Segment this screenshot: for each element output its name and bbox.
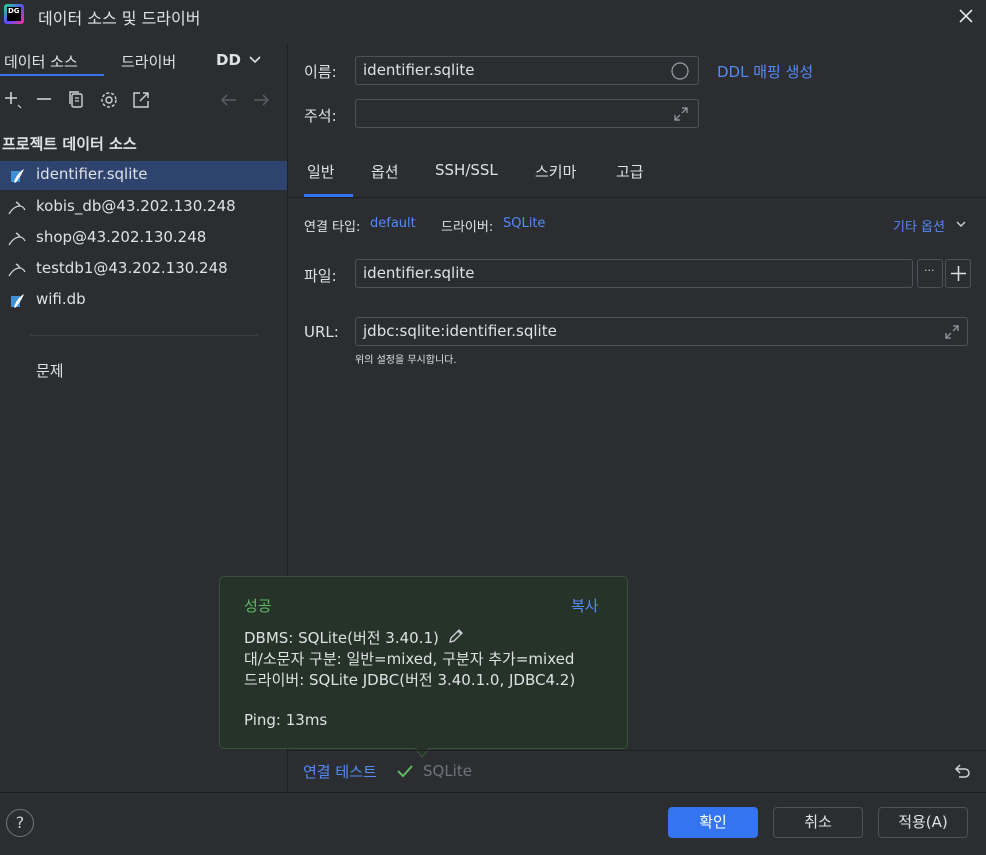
ellipsis-icon: ··· xyxy=(924,264,935,277)
more-options-link[interactable]: 기타 옵션 xyxy=(893,216,945,235)
data-source-label: testdb1@43.202.130.248 xyxy=(36,259,228,277)
close-icon[interactable] xyxy=(956,6,976,26)
tab-options[interactable]: 옵션 xyxy=(371,161,399,182)
comment-label: 주석: xyxy=(304,107,337,125)
chevron-down-icon[interactable] xyxy=(955,220,967,229)
forward-arrow-icon[interactable] xyxy=(250,89,272,111)
success-status: 성공 xyxy=(244,597,272,615)
data-source-item[interactable]: testdb1@43.202.130.248 xyxy=(0,255,287,284)
copy-link[interactable]: 복사 xyxy=(571,595,599,616)
problems-item[interactable]: 문제 xyxy=(36,360,64,381)
expand-icon[interactable] xyxy=(672,105,690,123)
section-title: 프로젝트 데이터 소스 xyxy=(2,135,137,153)
help-button[interactable]: ? xyxy=(6,809,34,837)
ok-button[interactable]: 확인 xyxy=(668,807,758,838)
pencil-icon[interactable] xyxy=(447,627,465,645)
data-source-label: wifi.db xyxy=(36,290,86,308)
test-result-popup: 성공 복사 DBMS: SQLite(버전 3.40.1) 대/소문자 구분: … xyxy=(219,576,628,749)
test-connection-link[interactable]: 연결 테스트 xyxy=(303,761,377,782)
driver-info: 드라이버: SQLite JDBC(버전 3.40.1.0, JDBC4.2) xyxy=(244,671,576,689)
dbms-info: DBMS: SQLite(버전 3.40.1) xyxy=(244,629,439,647)
mysql-icon xyxy=(8,201,26,215)
driver-label: 드라이버: xyxy=(441,220,494,235)
driver-dropdown[interactable]: SQLite xyxy=(503,216,545,231)
data-source-item[interactable]: wifi.db xyxy=(0,286,287,315)
ddl-mapping-link[interactable]: DDL 매핑 생성 xyxy=(717,61,813,82)
ping-info: Ping: 13ms xyxy=(244,711,328,729)
tab-schemas[interactable]: 스키마 xyxy=(535,161,576,182)
divider xyxy=(30,335,258,336)
add-icon[interactable] xyxy=(2,89,24,111)
cancel-button[interactable]: 취소 xyxy=(773,807,863,838)
file-label: 파일: xyxy=(304,267,337,285)
browse-button[interactable]: ··· xyxy=(917,259,943,288)
name-value: identifier.sqlite xyxy=(363,61,475,79)
expand-icon[interactable] xyxy=(943,323,961,341)
data-source-label: kobis_db@43.202.130.248 xyxy=(36,197,236,215)
url-value: jdbc:sqlite:identifier.sqlite xyxy=(363,322,557,340)
file-input[interactable]: identifier.sqlite xyxy=(355,259,913,288)
url-input[interactable]: jdbc:sqlite:identifier.sqlite xyxy=(355,317,968,346)
name-input[interactable]: identifier.sqlite xyxy=(355,56,699,85)
tab-general[interactable]: 일반 xyxy=(307,161,335,182)
add-file-button[interactable] xyxy=(945,259,971,288)
color-circle-icon[interactable] xyxy=(671,62,689,80)
tab-data-sources[interactable]: 데이터 소스 xyxy=(4,51,78,72)
file-value: identifier.sqlite xyxy=(363,264,475,282)
sqlite-icon xyxy=(11,294,24,308)
data-source-item[interactable]: identifier.sqlite xyxy=(0,161,287,190)
data-source-item[interactable]: kobis_db@43.202.130.248 xyxy=(0,193,287,222)
remove-icon[interactable] xyxy=(34,89,56,111)
test-result-driver: SQLite xyxy=(423,762,472,780)
app-logo-text: DG xyxy=(7,7,21,21)
tab-ssh-ssl[interactable]: SSH/SSL xyxy=(435,161,498,179)
divider xyxy=(0,792,986,793)
plus-icon xyxy=(951,266,966,281)
popup-pointer-fill xyxy=(415,747,429,756)
app-logo-icon: DG xyxy=(4,4,24,24)
mysql-icon xyxy=(8,232,26,246)
tab-advanced[interactable]: 고급 xyxy=(616,161,644,182)
back-arrow-icon[interactable] xyxy=(218,89,240,111)
url-hint: 위의 설정을 무시합니다. xyxy=(355,355,457,366)
case-sensitivity-info: 대/소문자 구분: 일반=mixed, 구분자 추가=mixed xyxy=(244,650,575,668)
comment-input[interactable] xyxy=(355,99,699,128)
url-label: URL: xyxy=(304,323,339,341)
mysql-icon xyxy=(8,263,26,277)
copy-icon[interactable] xyxy=(66,89,88,111)
sqlite-icon xyxy=(11,169,24,183)
data-source-label: shop@43.202.130.248 xyxy=(36,228,207,246)
reset-icon[interactable] xyxy=(952,761,972,781)
data-source-item[interactable]: shop@43.202.130.248 xyxy=(0,224,287,253)
title-bar: DG 데이터 소스 및 드라이버 xyxy=(0,0,986,34)
divider xyxy=(289,197,986,198)
tab-drivers[interactable]: 드라이버 xyxy=(121,51,176,72)
checkmark-icon xyxy=(397,765,413,778)
chevron-down-icon[interactable] xyxy=(248,55,262,65)
active-tab-indicator xyxy=(0,74,104,76)
open-external-icon[interactable] xyxy=(130,89,152,111)
connection-type-label: 연결 타입: xyxy=(304,220,361,235)
gear-icon[interactable] xyxy=(98,89,120,111)
name-label: 이름: xyxy=(304,63,337,81)
data-source-label: identifier.sqlite xyxy=(36,165,148,183)
left-toolbar xyxy=(0,89,288,113)
connection-type-dropdown[interactable]: default xyxy=(370,216,416,231)
divider xyxy=(289,750,986,751)
tab-ddl[interactable]: DD xyxy=(216,51,241,69)
window-title: 데이터 소스 및 드라이버 xyxy=(38,9,201,28)
apply-button[interactable]: 적용(A) xyxy=(878,807,968,838)
